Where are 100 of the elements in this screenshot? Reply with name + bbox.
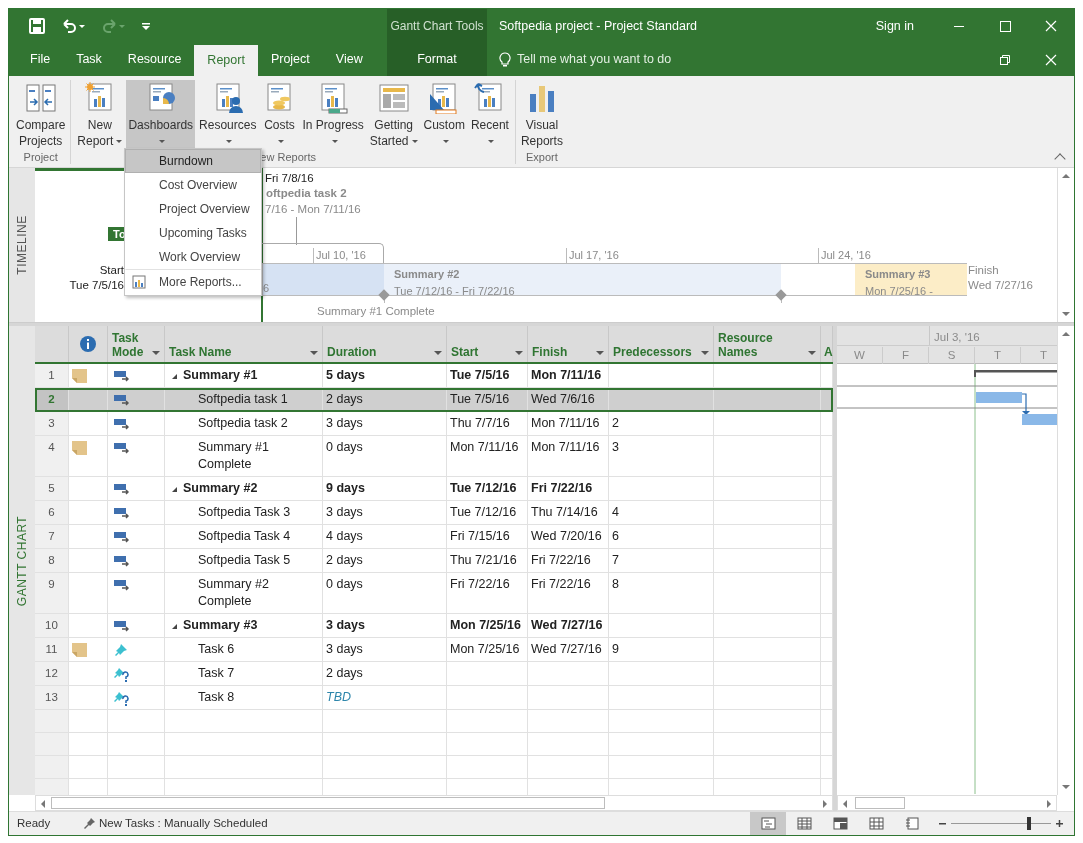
menu-item[interactable]: Project Overview — [125, 197, 261, 221]
ribbon-tab[interactable]: Project — [257, 43, 323, 76]
finish-date: Thu 7/14/16 — [531, 505, 598, 519]
summary-bar[interactable] — [974, 370, 1057, 377]
ribbon-button[interactable]: In Progress — [300, 80, 366, 150]
customize-toolbar-icon[interactable] — [141, 21, 151, 31]
collapse-triangle-icon[interactable] — [172, 374, 177, 379]
timescale-label: Jul 24, '16 — [821, 248, 871, 263]
leader-line — [296, 217, 297, 245]
task-name: Softpedia Task 3 — [198, 504, 291, 521]
ribbon-tab[interactable]: Resource — [114, 43, 195, 76]
pane-label: GANTT CHART — [14, 515, 30, 606]
column-header[interactable]: Task Mode — [108, 326, 165, 362]
ribbon-button[interactable]: Getting Started — [367, 80, 420, 150]
timeline-finish-date: Wed 7/27/16 — [968, 278, 1033, 293]
timescale-label: Jul 17, '16 — [569, 248, 619, 263]
timeline-start-label: Start — [98, 263, 124, 278]
layout-icon — [377, 82, 410, 114]
predecessor-value: 4 — [612, 505, 619, 519]
view-button[interactable] — [750, 812, 786, 835]
zoom-slider-thumb[interactable] — [1027, 817, 1031, 830]
ribbon-button[interactable]: Costs — [260, 80, 299, 150]
save-icon[interactable] — [29, 18, 45, 34]
row-number: 9 — [35, 573, 69, 613]
duration-value: 2 days — [326, 392, 363, 406]
timescale-label: Jul 10, '16 — [316, 248, 366, 263]
bar-dates: 6 — [263, 281, 271, 296]
finish-date: Mon 7/11/16 — [531, 416, 600, 430]
ribbon-tab[interactable]: Report — [194, 45, 258, 76]
task-name: Softpedia task 1 — [198, 391, 288, 408]
row-number: 7 — [35, 525, 69, 548]
horizontal-scrollbar[interactable] — [837, 795, 1057, 811]
start-date: Mon 7/25/16 — [450, 642, 520, 656]
finish-date: Wed 7/27/16 — [531, 618, 603, 632]
duration-value: TBD — [326, 690, 351, 704]
table-view-icon — [796, 817, 812, 830]
duration-value: 3 days — [326, 642, 363, 656]
task-name: Summary #3 — [183, 617, 258, 634]
tell-me-search[interactable]: Tell me what you want to do — [517, 50, 672, 69]
duration-value: 5 days — [326, 368, 365, 382]
menu-item[interactable]: Cost Overview — [125, 173, 261, 197]
start-date: Mon 7/11/16 — [450, 440, 519, 454]
selected-row[interactable]: 2 Softpedia task 1 2 days Tue 7/5/16 Wed 7/6/16 — [35, 388, 833, 412]
menu-item[interactable]: Burndown — [125, 149, 261, 173]
start-date: Fri 7/22/16 — [450, 577, 510, 591]
sign-in-link[interactable]: Sign in — [875, 16, 914, 36]
duration-value: 4 days — [326, 529, 363, 543]
new-tasks-mode[interactable]: New Tasks : Manually Scheduled — [99, 814, 268, 833]
lightbulb-icon — [499, 51, 511, 68]
undo-icon[interactable] — [61, 19, 85, 33]
column-header[interactable]: Resource Names — [714, 326, 821, 362]
finish-date: Mon 7/11/16 — [531, 368, 602, 382]
task-name: Task 8 — [198, 689, 235, 706]
predecessor-value: 8 — [612, 577, 619, 591]
finish-date: Fri 7/22/16 — [531, 481, 593, 495]
duration-value: 3 days — [326, 505, 363, 519]
status-text: Ready — [17, 815, 52, 831]
group-label: Export — [526, 151, 558, 163]
ribbon-button[interactable]: New Report — [75, 80, 125, 150]
day-label: S — [929, 347, 975, 365]
finish-date: Fri 7/22/16 — [531, 577, 591, 591]
duration-value: 3 days — [326, 618, 365, 632]
ribbon-button[interactable]: Custom — [421, 80, 467, 150]
duration-value: 9 days — [326, 481, 365, 495]
timeline-finish-label: Finish — [968, 263, 999, 278]
menu-item[interactable]: Work Overview — [125, 245, 261, 269]
calendar-view-icon — [904, 817, 920, 830]
pin-icon — [83, 817, 96, 830]
column-header[interactable]: Predecessors — [609, 326, 714, 362]
collapse-triangle-icon[interactable] — [172, 487, 177, 492]
ribbon-tab[interactable]: View — [322, 43, 376, 76]
start-date: Fri 7/15/16 — [450, 529, 510, 543]
column-header[interactable]: Task Name — [165, 326, 323, 362]
ribbon-tab[interactable]: Task — [63, 43, 115, 76]
menu-item[interactable]: More Reports... — [125, 269, 261, 295]
ribbon-button[interactable]: Visual Reports — [518, 80, 565, 150]
window-title: Softpedia project - Project Standard — [499, 17, 698, 35]
ribbon-button[interactable]: Recent — [468, 80, 511, 150]
ribbon-button[interactable]: Compare Projects — [14, 80, 68, 150]
row-number: 11 — [35, 638, 69, 661]
row-number: 3 — [35, 412, 69, 435]
start-date: Tue 7/12/16 — [450, 481, 517, 495]
column-header[interactable]: Duration — [323, 326, 447, 362]
collapse-triangle-icon[interactable] — [172, 624, 177, 629]
column-header[interactable]: Start — [447, 326, 528, 362]
ribbon-tab[interactable]: File — [17, 43, 64, 76]
duration-value: 0 days — [326, 440, 363, 454]
pane-label: TIMELINE — [14, 215, 30, 275]
row-number: 12 — [35, 662, 69, 685]
callout-date: Fri 7/8/16 — [265, 171, 314, 186]
zoom-in-icon[interactable] — [1055, 819, 1064, 828]
start-date: Tue 7/12/16 — [450, 505, 517, 519]
gantt-view-icon — [760, 817, 776, 830]
task-name: Softpedia Task 5 — [198, 552, 291, 569]
finish-date: Fri 7/22/16 — [531, 553, 591, 567]
task-name: Summary #2 Complete — [198, 576, 270, 610]
ribbon-button[interactable]: Dashboards — [126, 80, 196, 150]
contextual-tab-title: Gantt Chart Tools — [390, 18, 484, 35]
column-header[interactable]: Finish — [528, 326, 609, 362]
horizontal-scrollbar[interactable] — [35, 795, 833, 811]
